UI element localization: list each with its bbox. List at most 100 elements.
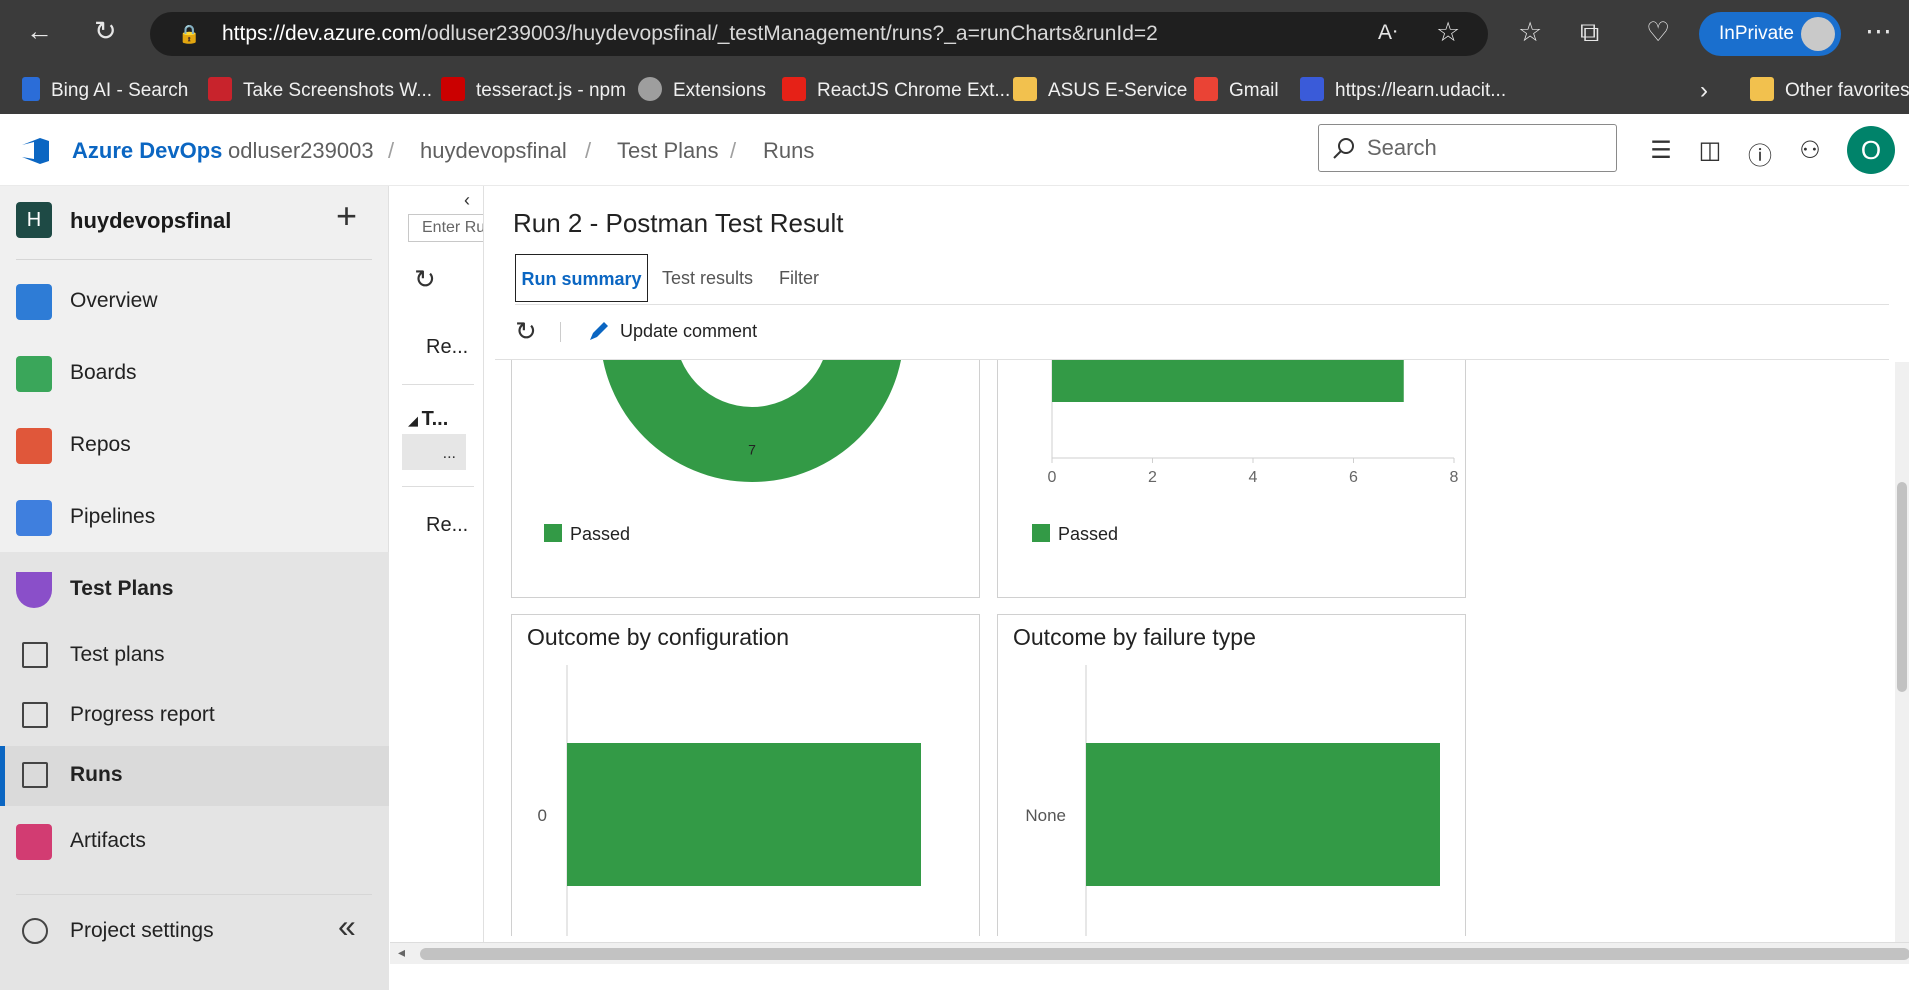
- bar-chart: 0 2 4 6 8: [1048, 360, 1459, 486]
- favorite-label: Gmail: [1229, 80, 1279, 101]
- sidebar-item-test-plans-sub[interactable]: Test plans: [0, 626, 389, 686]
- sidebar-item-overview[interactable]: Overview: [0, 272, 389, 332]
- run-group[interactable]: ◢ T...: [408, 408, 448, 431]
- favorite-label: Extensions: [673, 80, 766, 101]
- favorite-label: https://learn.udacit...: [1335, 80, 1507, 101]
- sidebar-item-label: Overview: [70, 289, 158, 312]
- breadcrumb-test-plans[interactable]: Test Plans: [617, 138, 719, 164]
- favorite-label: Take Screenshots W...: [243, 80, 433, 101]
- refresh-icon[interactable]: ↻: [414, 264, 436, 295]
- refresh-icon[interactable]: ↻: [515, 316, 537, 347]
- bing-icon: [22, 76, 40, 101]
- task-list-icon[interactable]: ☰: [1646, 136, 1676, 166]
- app-header: Azure DevOps odluser239003 / huydevopsfi…: [0, 114, 1909, 186]
- project-settings[interactable]: Project settings: [0, 902, 389, 962]
- artifacts-icon: [16, 824, 52, 860]
- left-navigation: H huydevopsfinal + Overview Boards Repos…: [0, 186, 389, 990]
- plus-icon[interactable]: +: [336, 198, 357, 234]
- update-comment-button[interactable]: Update comment: [620, 321, 757, 342]
- outcome-donut-card: 7 Passed: [511, 360, 980, 598]
- inprivate-badge[interactable]: InPrivate: [1699, 12, 1841, 56]
- breadcrumb-separator: /: [585, 138, 592, 163]
- slice-data-label: 7: [748, 442, 756, 458]
- help-icon[interactable]: ⓘ: [1745, 136, 1775, 170]
- browser-toolbar: ← ↻ 🔒 https://dev.azure.com/odluser23900…: [0, 0, 1909, 68]
- favorite-item[interactable]: tesseract.js - npm: [441, 68, 626, 114]
- legend-item: Passed: [544, 524, 630, 545]
- failure-type-bar-chart: None: [1025, 665, 1440, 936]
- url-path: /odluser239003/huydevopsfinal/_testManag…: [421, 22, 1158, 45]
- sidebar-item-runs[interactable]: Runs: [0, 746, 389, 806]
- health-icon[interactable]: ♡: [1646, 19, 1670, 46]
- project-settings-label: Project settings: [70, 919, 214, 942]
- sidebar-item-label: Artifacts: [70, 829, 146, 852]
- address-bar[interactable]: 🔒 https://dev.azure.com/odluser239003/hu…: [150, 12, 1488, 56]
- donut-chart: 7: [602, 360, 902, 482]
- chevron-right-icon[interactable]: ›: [1700, 68, 1708, 114]
- divider: [16, 259, 372, 260]
- sidebar-item-artifacts[interactable]: Artifacts: [0, 812, 389, 872]
- sidebar-item-test-plans[interactable]: Test Plans: [0, 560, 389, 620]
- charts-area: 7 Passed 0 2 4 6 8 Passed Outcome by configu…: [495, 360, 1889, 936]
- npm-icon: [441, 76, 465, 101]
- tab-filter[interactable]: Filter: [779, 254, 819, 302]
- read-aloud-icon[interactable]: Aᐧ: [1378, 22, 1397, 43]
- star-icon[interactable]: ☆: [1436, 19, 1460, 46]
- expand-triangle-icon: ◢: [408, 413, 422, 428]
- scroll-left-icon[interactable]: ◂: [398, 944, 405, 961]
- folder-icon: [1013, 76, 1037, 101]
- user-settings-icon[interactable]: ⚇: [1795, 136, 1825, 166]
- user-avatar[interactable]: O: [1847, 126, 1895, 174]
- other-favorites[interactable]: Other favorites: [1750, 68, 1909, 114]
- more-icon[interactable]: ⋯: [1865, 18, 1892, 45]
- back-icon[interactable]: ←: [26, 18, 53, 45]
- collapse-sidebar-icon[interactable]: «: [338, 908, 356, 945]
- favorite-item[interactable]: https://learn.udacit...: [1300, 68, 1506, 114]
- divider: [402, 384, 474, 385]
- sidebar-item-label: Runs: [70, 763, 123, 786]
- collapse-panel-icon[interactable]: ‹: [464, 190, 470, 211]
- gear-icon: [22, 918, 48, 944]
- breadcrumb-project[interactable]: huydevopsfinal: [420, 138, 567, 164]
- sidebar-item-pipelines[interactable]: Pipelines: [0, 488, 389, 548]
- favorite-item[interactable]: Bing AI - Search: [22, 68, 188, 114]
- run-detail: Run 2 - Postman Test Result Run summary …: [485, 186, 1909, 942]
- favorites-icon[interactable]: ☆: [1518, 19, 1542, 46]
- reload-icon[interactable]: ↻: [94, 18, 117, 45]
- bar-passed: [1086, 743, 1440, 886]
- favorite-label: ASUS E-Service: [1048, 80, 1188, 101]
- breadcrumb-org[interactable]: odluser239003: [228, 138, 374, 164]
- favorite-item[interactable]: ReactJS Chrome Ext...: [782, 68, 1010, 114]
- marketplace-bag-icon[interactable]: ◫: [1695, 136, 1725, 166]
- breadcrumb-runs[interactable]: Runs: [763, 138, 814, 164]
- legend-item: Passed: [1032, 524, 1118, 545]
- favorite-item[interactable]: ASUS E-Service: [1013, 68, 1187, 114]
- udacity-icon: [1300, 76, 1324, 101]
- run-filter-input[interactable]: Enter Ru: [408, 214, 483, 242]
- scrollbar-thumb[interactable]: [420, 948, 1909, 960]
- sidebar-item-repos[interactable]: Repos: [0, 416, 389, 476]
- favorite-item[interactable]: Take Screenshots W...: [208, 68, 432, 114]
- run-list-item[interactable]: Re...: [426, 514, 468, 537]
- tab-test-results[interactable]: Test results: [662, 254, 753, 302]
- divider: [16, 894, 372, 895]
- collections-icon[interactable]: ⧉: [1580, 19, 1599, 46]
- favorite-item[interactable]: Gmail: [1194, 68, 1279, 114]
- favorite-item[interactable]: Extensions: [638, 68, 766, 114]
- bar-passed: [567, 743, 921, 886]
- tab-run-summary[interactable]: Run summary: [515, 254, 648, 302]
- scrollbar-thumb[interactable]: [1897, 482, 1907, 692]
- search-input[interactable]: Search: [1318, 124, 1617, 172]
- run-list-item-selected[interactable]: ...: [402, 434, 466, 470]
- project-header[interactable]: H huydevopsfinal +: [0, 186, 389, 258]
- sidebar-item-progress-report[interactable]: Progress report: [0, 686, 389, 746]
- sidebar-item-boards[interactable]: Boards: [0, 344, 389, 404]
- pencil-icon[interactable]: [587, 319, 611, 343]
- card-title: Outcome by configuration: [527, 624, 790, 650]
- x-tick-label: 6: [1349, 469, 1358, 486]
- azure-devops-logo-icon[interactable]: [20, 136, 52, 166]
- run-list-item[interactable]: Re...: [426, 336, 468, 359]
- vertical-scrollbar[interactable]: [1895, 362, 1909, 942]
- brand-name[interactable]: Azure DevOps: [72, 138, 222, 164]
- horizontal-scrollbar[interactable]: ◂: [390, 942, 1909, 964]
